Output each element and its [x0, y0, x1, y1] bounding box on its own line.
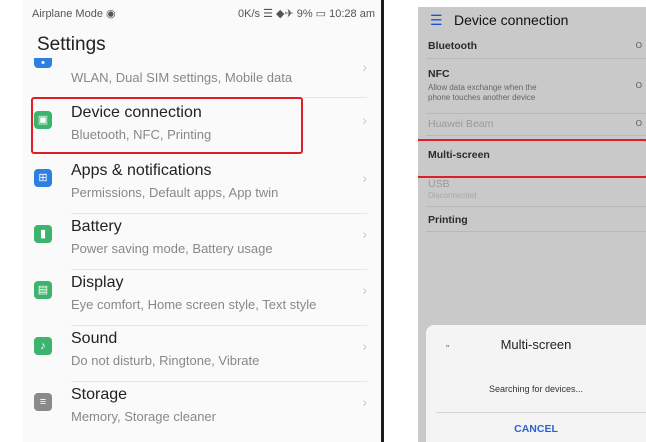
settings-item-battery[interactable]: ▮ Battery Power saving mode, Battery usa…	[23, 214, 381, 270]
row-huawei-beam[interactable]: Huawei Beam O	[418, 114, 646, 136]
settings-item-subtitle: WLAN, Dual SIM settings, Mobile data	[71, 70, 293, 85]
chevron-right-icon: ›	[362, 394, 367, 410]
row-nfc[interactable]: NFC Allow data exchange when the phone t…	[418, 59, 646, 114]
row-title: Printing	[428, 214, 468, 226]
divider	[426, 206, 646, 207]
settings-item-subtitle: Do not disturb, Ringtone, Vibrate	[71, 353, 260, 368]
device-connection-screen: ☰ Device connection Bluetooth O NFC Allo…	[418, 7, 646, 442]
settings-item-storage[interactable]: ≡ Storage Memory, Storage cleaner ›	[23, 382, 381, 438]
settings-item-subtitle: Memory, Storage cleaner	[71, 409, 216, 424]
settings-item-apps[interactable]: ⊞ Apps & notifications Permissions, Defa…	[23, 158, 381, 214]
row-usb[interactable]: USB Disconnected	[418, 173, 646, 207]
row-subtitle: phone touches another device	[428, 93, 536, 102]
row-subtitle: Allow data exchange when the	[428, 83, 537, 92]
status-bar: Airplane Mode ◉ 0K/s ☰ ◆✈ 9% ▭ 10:28 am	[23, 0, 381, 26]
phone-frame	[381, 0, 384, 442]
divider	[426, 135, 646, 136]
row-title: USB	[428, 178, 450, 190]
row-bluetooth[interactable]: Bluetooth O	[418, 36, 646, 59]
chevron-right-icon: ›	[362, 282, 367, 298]
display-icon: ▤	[34, 281, 52, 299]
row-title: NFC	[428, 68, 450, 80]
page-title: Device connection	[454, 12, 569, 28]
apps-icon: ⊞	[34, 169, 52, 187]
chevron-right-icon: ›	[362, 59, 367, 75]
highlight-box	[31, 97, 303, 154]
divider	[436, 412, 646, 413]
multi-screen-dialog: „ Multi-screen Searching for devices... …	[426, 325, 646, 442]
wlan-icon: •	[34, 58, 52, 69]
chevron-right-icon: ›	[362, 112, 367, 128]
row-title: Huawei Beam	[428, 118, 494, 130]
settings-item-title: Battery	[71, 218, 122, 235]
chevron-right-icon: ›	[362, 338, 367, 354]
row-printing[interactable]: Printing	[418, 208, 646, 232]
settings-item-sound[interactable]: ♪ Sound Do not disturb, Ringtone, Vibrat…	[23, 326, 381, 382]
battery-icon: ▮	[34, 225, 52, 243]
storage-icon: ≡	[34, 393, 52, 411]
settings-item-display[interactable]: ▤ Display Eye comfort, Home screen style…	[23, 270, 381, 326]
chevron-right-icon: ›	[362, 226, 367, 242]
dialog-message: Searching for devices...	[488, 384, 584, 394]
settings-screen: Airplane Mode ◉ 0K/s ☰ ◆✈ 9% ▭ 10:28 am …	[23, 0, 384, 442]
settings-item-subtitle: Eye comfort, Home screen style, Text sty…	[71, 297, 317, 312]
settings-item-title: Storage	[71, 386, 128, 403]
chevron-right-icon: ›	[362, 170, 367, 186]
settings-item-subtitle: Permissions, Default apps, App twin	[71, 185, 279, 200]
highlight-box	[418, 139, 646, 178]
row-value: O	[635, 119, 642, 128]
dialog-title: Multi-screen	[500, 337, 572, 352]
settings-item-title: Apps & notifications	[71, 162, 212, 179]
row-value: O	[635, 41, 642, 50]
app-bar: ☰ Device connection	[418, 7, 646, 35]
row-value: O	[635, 81, 642, 90]
menu-icon[interactable]: ☰	[430, 12, 443, 29]
settings-item-title: Display	[71, 274, 124, 291]
settings-item-subtitle: Power saving mode, Battery usage	[71, 241, 273, 256]
divider	[426, 231, 646, 232]
row-subtitle: Disconnected	[428, 191, 477, 200]
settings-item-title: Sound	[71, 330, 118, 347]
status-right: 0K/s ☰ ◆✈ 9% ▭ 10:28 am	[238, 8, 375, 20]
sound-icon: ♪	[34, 337, 52, 355]
cancel-button[interactable]: CANCEL	[426, 423, 646, 435]
status-left: Airplane Mode ◉	[32, 8, 116, 20]
row-title: Bluetooth	[428, 40, 477, 52]
page-title: Settings	[37, 34, 106, 55]
